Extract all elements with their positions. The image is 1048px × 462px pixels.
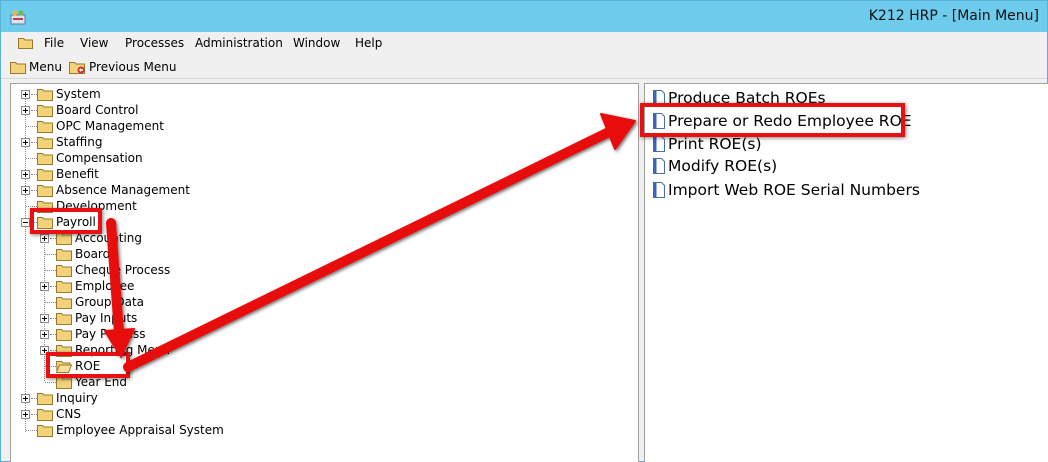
tree-item-label: Absence Management (56, 183, 190, 197)
folder-icon (37, 137, 53, 149)
expand-icon[interactable] (40, 330, 49, 339)
tree-item-absence-management[interactable]: Absence Management (11, 182, 311, 198)
menu-tree-panel[interactable]: System Board Control OPC Management Staf… (10, 83, 639, 462)
menu-button[interactable]: Menu (10, 58, 62, 76)
document-icon (653, 182, 665, 198)
tree-item-label: Pay Process (75, 327, 146, 341)
tree-item-label: Board Control (56, 103, 139, 117)
tree-item-label: Staffing (56, 135, 103, 149)
tree-item-label: CNS (56, 407, 81, 421)
tree-item-label: Employee (75, 279, 135, 293)
folder-icon (37, 393, 53, 405)
collapse-icon[interactable] (21, 218, 30, 227)
roe-highlight-box (46, 352, 130, 378)
menu-option-label: Import Web ROE Serial Numbers (668, 181, 920, 199)
tree-item-employee[interactable]: Employee (11, 278, 311, 294)
folder-icon (56, 249, 72, 261)
menu-option-import-web-roe-serial-numbers[interactable]: Import Web ROE Serial Numbers (652, 179, 920, 201)
menu-help[interactable]: Help (355, 36, 382, 50)
tree-item-board-control[interactable]: Board Control (11, 102, 311, 118)
folder-icon (37, 409, 53, 421)
tree-item-label: Benefit (56, 167, 99, 181)
tree-item-opc-management[interactable]: OPC Management (11, 118, 311, 134)
menu-window[interactable]: Window (293, 36, 340, 50)
tree-item-cns[interactable]: CNS (11, 406, 311, 422)
document-icon (653, 136, 665, 152)
folder-icon (37, 169, 53, 181)
expand-icon[interactable] (21, 138, 30, 147)
expand-icon[interactable] (21, 106, 30, 115)
menu-options-panel: Produce Batch ROEs Prepare or Redo Emplo… (644, 83, 1048, 462)
previous-folder-icon (69, 62, 85, 74)
folder-icon (56, 281, 72, 293)
tree-item-board[interactable]: Board (11, 246, 311, 262)
folder-icon (37, 121, 53, 133)
expand-icon[interactable] (21, 170, 30, 179)
tree-item-inquiry[interactable]: Inquiry (11, 390, 311, 406)
tree-item-label: System (56, 87, 101, 101)
tree-item-label: Cheque Process (75, 263, 171, 277)
app-window: K212 HRP - [Main Menu] File View Process… (0, 0, 1048, 462)
tree-item-label: Inquiry (56, 391, 98, 405)
app-icon[interactable] (10, 9, 26, 25)
tree-item-label: Compensation (56, 151, 143, 165)
folder-icon (37, 89, 53, 101)
title-bar[interactable]: K212 HRP - [Main Menu] (1, 1, 1047, 32)
folder-icon (37, 185, 53, 197)
previous-menu-label: Previous Menu (89, 60, 177, 74)
folder-icon (37, 105, 53, 117)
tree-item-group-data[interactable]: Group Data (11, 294, 311, 310)
folder-icon (18, 38, 33, 49)
tree-item-system[interactable]: System (11, 86, 311, 102)
expand-icon[interactable] (21, 394, 30, 403)
tree-item-label: Pay Inputs (75, 311, 138, 325)
tree-item-benefit[interactable]: Benefit (11, 166, 311, 182)
tree-item-label: Board (75, 247, 111, 261)
folder-icon (10, 61, 26, 74)
menu-option-label: Modify ROE(s) (668, 157, 778, 175)
tree-item-label: OPC Management (56, 119, 164, 133)
previous-menu-button[interactable]: Previous Menu (69, 58, 176, 76)
tree-item-staffing[interactable]: Staffing (11, 134, 311, 150)
menu-button-label: Menu (29, 60, 62, 74)
folder-icon (37, 153, 53, 165)
menu-bar: File View Processes Administration Windo… (1, 32, 1047, 54)
folder-icon (56, 265, 72, 277)
tree-item-compensation[interactable]: Compensation (11, 150, 311, 166)
window-title: K212 HRP - [Main Menu] (868, 8, 1039, 24)
tree-item-label: Employee Appraisal System (56, 423, 224, 437)
menu-administration[interactable]: Administration (195, 36, 283, 50)
document-icon (653, 158, 665, 174)
prepare-roe-highlight-box (640, 103, 905, 137)
menu-option-modify-roes[interactable]: Modify ROE(s) (652, 155, 777, 177)
tree-item-pay-process[interactable]: Pay Process (11, 326, 311, 342)
tree-item-cheque-process[interactable]: Cheque Process (11, 262, 311, 278)
folder-icon (37, 425, 53, 437)
tree-item-label: Group Data (75, 295, 144, 309)
expand-icon[interactable] (40, 282, 49, 291)
menu-processes[interactable]: Processes (125, 36, 184, 50)
folder-icon (56, 313, 72, 325)
expand-icon[interactable] (40, 234, 49, 243)
tree-item-pay-inputs[interactable]: Pay Inputs (11, 310, 311, 326)
menu-file[interactable]: File (44, 36, 64, 50)
menu-view[interactable]: View (80, 36, 108, 50)
folder-icon (56, 329, 72, 341)
toolbar: Menu Previous Menu (1, 55, 1047, 79)
menu-option-label: Print ROE(s) (668, 135, 762, 153)
expand-icon[interactable] (40, 314, 49, 323)
tree-item-employee-appraisal-system[interactable]: Employee Appraisal System (11, 422, 311, 438)
expand-icon[interactable] (21, 410, 30, 419)
payroll-highlight-box (30, 208, 102, 234)
folder-icon (56, 297, 72, 309)
expand-icon[interactable] (21, 90, 30, 99)
expand-icon[interactable] (21, 186, 30, 195)
